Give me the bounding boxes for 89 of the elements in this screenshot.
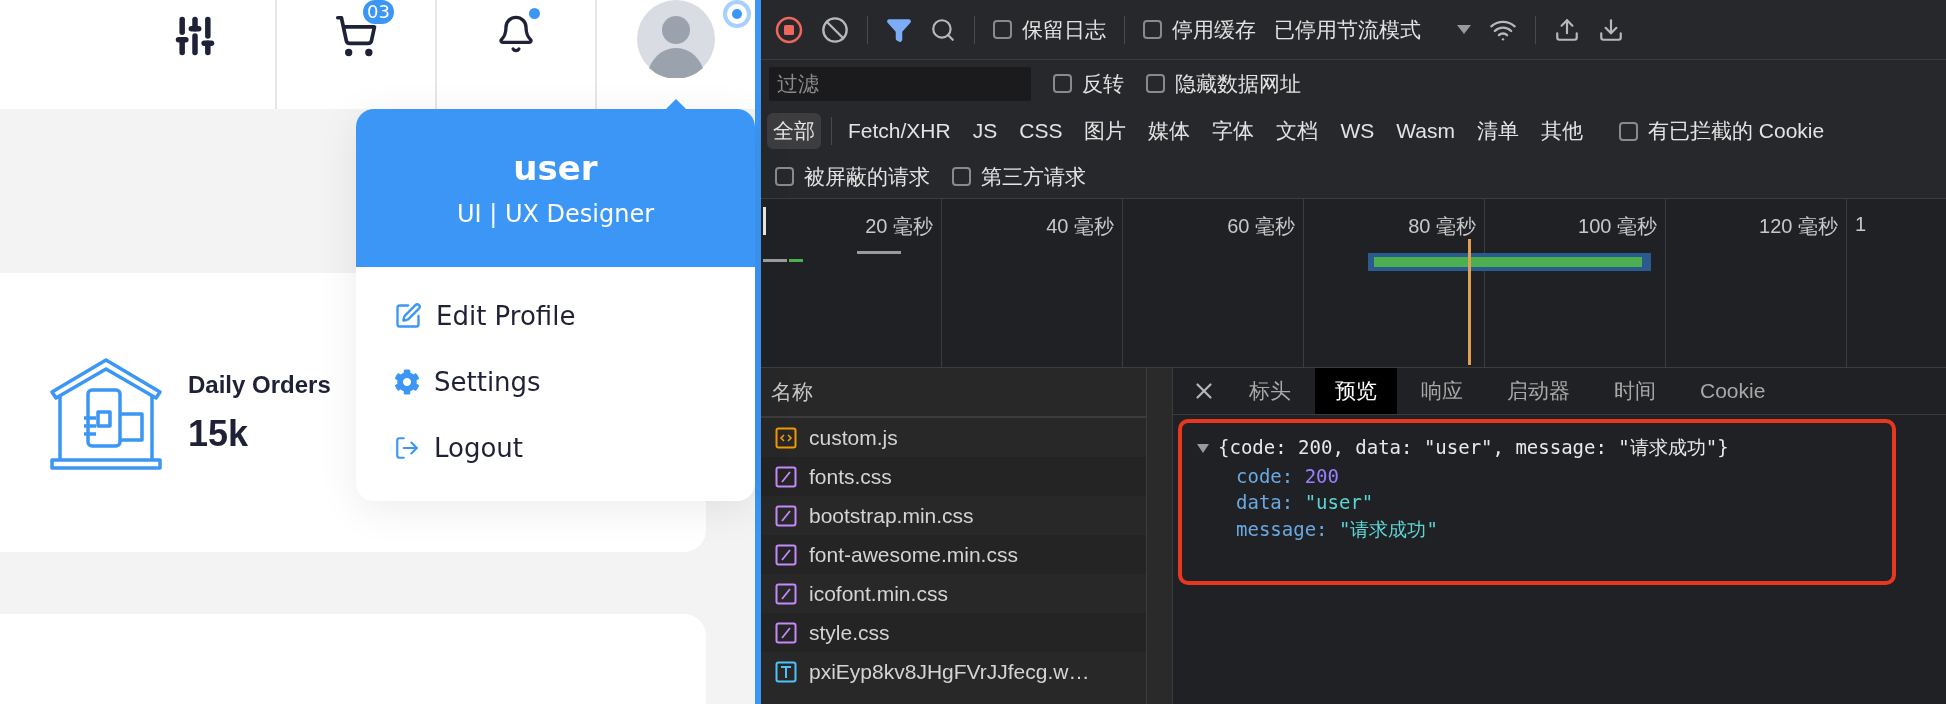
stylesheet-file-icon — [775, 504, 797, 527]
menu-item-label[interactable]: Logout — [434, 433, 524, 463]
request-row[interactable]: font-awesome.min.css — [761, 535, 1146, 574]
type-filter[interactable]: 文档 — [1270, 113, 1325, 149]
type-filter[interactable]: Wasm — [1390, 115, 1461, 147]
detail-tab[interactable]: 响应 — [1401, 368, 1483, 414]
filter-button[interactable] — [886, 16, 912, 43]
checkbox[interactable] — [1618, 121, 1638, 141]
profile-name: user — [513, 148, 598, 188]
json-field: message: "请求成功" — [1236, 517, 1438, 543]
stylesheet-file-icon — [775, 465, 797, 488]
detail-tab[interactable]: 标头 — [1229, 368, 1311, 414]
json-field: code: 200 — [1236, 465, 1339, 487]
edit-icon — [394, 302, 422, 330]
request-name: font-awesome.min.css — [809, 542, 1018, 567]
record-button[interactable] — [775, 15, 803, 44]
download-button[interactable] — [1598, 16, 1624, 43]
stat-value: 15k — [188, 412, 250, 455]
checkbox[interactable] — [775, 167, 794, 186]
column-header[interactable]: 名称 — [771, 378, 813, 406]
menu-item[interactable]: Edit Profile — [394, 291, 576, 341]
checkbox-label[interactable]: 反转 — [1053, 69, 1124, 98]
time-tick-label: 120 毫秒 — [1759, 214, 1838, 237]
bell-icon[interactable] — [496, 14, 536, 54]
time-tick-label: 60 毫秒 — [1227, 214, 1295, 237]
logout-icon — [394, 435, 420, 461]
checkbox-label[interactable]: 第三方请求 — [952, 162, 1086, 191]
stylesheet-file-icon — [775, 621, 797, 644]
menu-item-label[interactable]: Settings — [434, 367, 541, 397]
request-name: custom.js — [809, 425, 898, 450]
menu-item[interactable]: Logout — [394, 423, 524, 473]
type-filter[interactable]: 媒体 — [1142, 113, 1197, 149]
time-tick-label: 80 毫秒 — [1408, 214, 1476, 237]
avatar-silhouette[interactable] — [637, 0, 715, 78]
type-filter[interactable]: WS — [1334, 115, 1381, 147]
time-tick-label: 100 毫秒 — [1578, 214, 1657, 237]
sliders-icon[interactable] — [173, 14, 217, 58]
checkbox-label[interactable]: 隐藏数据网址 — [1146, 69, 1301, 98]
json-summary: {code: 200, data: "user", message: "请求成功"} — [1218, 435, 1729, 460]
checkbox-label[interactable]: 保留日志 — [993, 15, 1106, 44]
request-name: style.css — [809, 620, 890, 645]
checkbox[interactable] — [1053, 74, 1072, 93]
request-name: pxiEyp8kv8JHgFVrJJfecg.w… — [809, 659, 1090, 684]
detail-tab[interactable]: 预览 — [1315, 368, 1397, 414]
type-filter[interactable]: 全部 — [767, 113, 821, 149]
detail-tab[interactable]: 启动器 — [1487, 368, 1590, 414]
search-button[interactable] — [930, 16, 956, 43]
checkbox-label[interactable]: 被屏蔽的请求 — [775, 162, 930, 191]
type-filter[interactable]: CSS — [1013, 115, 1069, 147]
script-file-icon — [775, 426, 797, 449]
stylesheet-file-icon — [775, 543, 797, 566]
font-file-icon — [775, 660, 797, 683]
checkbox[interactable] — [1143, 20, 1162, 39]
filter-input[interactable]: 过滤 — [769, 66, 1031, 101]
clear-button[interactable] — [821, 15, 849, 44]
house-phone-icon — [48, 355, 164, 470]
expand-triangle-icon[interactable] — [1196, 442, 1210, 454]
request-row[interactable]: fonts.css — [761, 457, 1146, 496]
checkbox[interactable] — [1146, 74, 1165, 93]
cart-count-badge: 03 — [363, 0, 394, 24]
request-row[interactable]: style.css — [761, 613, 1146, 652]
scrollbar-track[interactable] — [1146, 368, 1173, 704]
checkbox[interactable] — [952, 167, 971, 186]
time-tick-label: 1 — [1855, 213, 1867, 237]
time-tick-label: 40 毫秒 — [1046, 214, 1114, 237]
type-filter[interactable]: 图片 — [1078, 113, 1133, 149]
type-filter[interactable]: 字体 — [1206, 113, 1261, 149]
menu-item-label[interactable]: Edit Profile — [436, 301, 576, 331]
time-tick-label: 20 毫秒 — [865, 214, 933, 237]
settings-icon — [394, 369, 420, 395]
detail-tab[interactable]: Cookie — [1680, 368, 1786, 414]
checkbox-label[interactable]: 停用缓存 — [1143, 15, 1256, 44]
type-filter[interactable]: JS — [966, 115, 1004, 147]
stat-title: Daily Orders — [188, 370, 331, 399]
upload-button[interactable] — [1554, 16, 1580, 43]
json-field: data: "user" — [1236, 491, 1374, 513]
request-name: bootstrap.min.css — [809, 503, 974, 528]
request-name: fonts.css — [809, 464, 892, 489]
stylesheet-file-icon — [775, 582, 797, 605]
checkbox-label[interactable]: 有已拦截的 Cookie — [1618, 117, 1825, 145]
throttling-dropdown[interactable]: 已停用节流模式 — [1274, 15, 1471, 44]
menu-item[interactable]: Settings — [394, 357, 541, 407]
type-filter[interactable]: Fetch/XHR — [842, 115, 957, 147]
type-filter[interactable]: 清单 — [1470, 113, 1525, 149]
checkbox[interactable] — [993, 20, 1012, 39]
detail-tab[interactable]: 时间 — [1594, 368, 1676, 414]
request-name: icofont.min.css — [809, 581, 948, 606]
profile-role: UI | UX Designer — [456, 200, 655, 228]
type-filter[interactable]: 其他 — [1534, 113, 1589, 149]
